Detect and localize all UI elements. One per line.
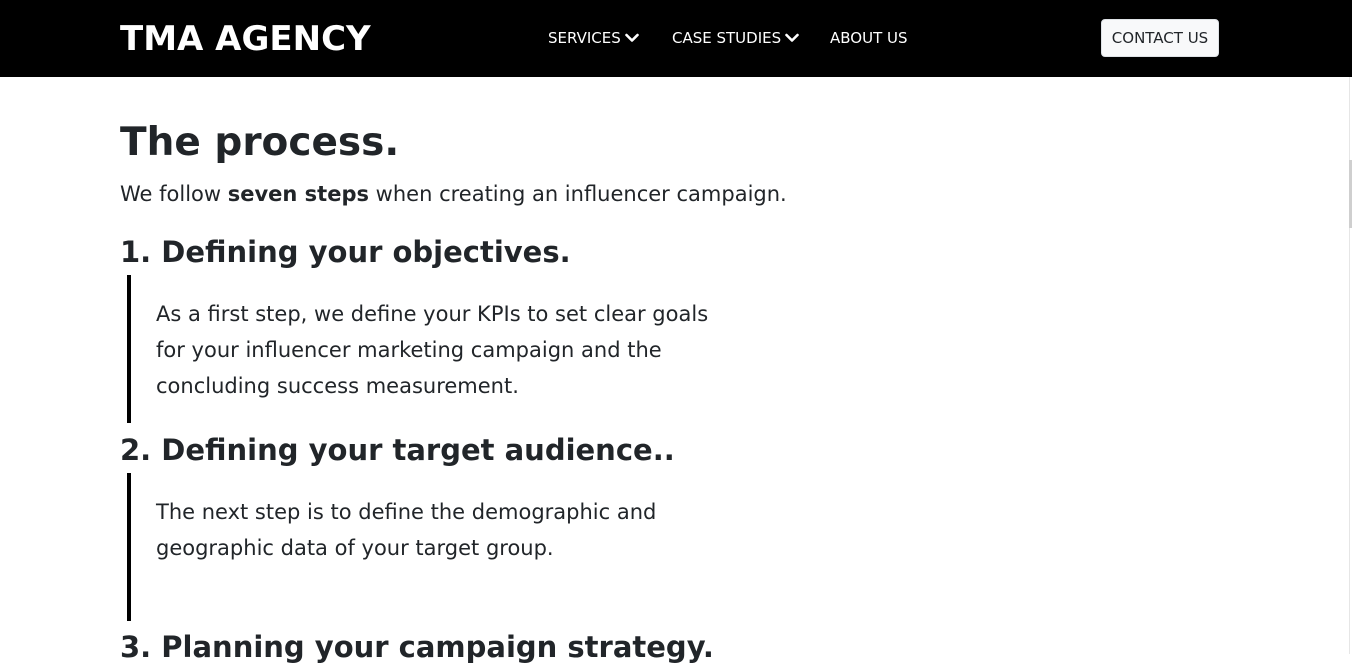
chevron-down-icon bbox=[785, 33, 799, 42]
step-heading-3: 3. Planning your campaign strategy. bbox=[120, 630, 714, 664]
nav-item-label: CASE STUDIES bbox=[672, 29, 782, 47]
step-text-1: As a first step, we define your KPIs to … bbox=[156, 302, 709, 398]
step-divider-2 bbox=[127, 473, 131, 621]
contact-us-button[interactable]: CONTACT US bbox=[1101, 19, 1219, 57]
navbar: TMA AGENCY SERVICES CASE STUDIES ABOUT U… bbox=[0, 0, 1352, 77]
nav-item-label: SERVICES bbox=[548, 29, 621, 47]
step-divider-1 bbox=[127, 275, 131, 423]
step-heading-1: 1. Defining your objectives. bbox=[120, 235, 571, 269]
nav-item-services[interactable]: SERVICES bbox=[548, 28, 639, 48]
intro-text: We follow seven steps when creating an i… bbox=[120, 178, 787, 210]
step-heading-2: 2. Defining your target audience.. bbox=[120, 433, 675, 467]
nav-item-about-us[interactable]: ABOUT US bbox=[830, 28, 908, 48]
nav-item-case-studies[interactable]: CASE STUDIES bbox=[672, 28, 799, 48]
nav-item-label: ABOUT US bbox=[830, 29, 908, 47]
intro-text-bold: seven steps bbox=[227, 182, 369, 206]
page-title: The process. bbox=[120, 120, 400, 165]
chevron-down-icon bbox=[624, 33, 639, 42]
step-text-2: The next step is to define the demograph… bbox=[156, 500, 657, 560]
intro-text-start: We follow bbox=[120, 182, 228, 206]
brand-logo-text[interactable]: TMA AGENCY bbox=[120, 19, 371, 59]
intro-text-end: when creating an influencer campaign. bbox=[369, 182, 787, 206]
